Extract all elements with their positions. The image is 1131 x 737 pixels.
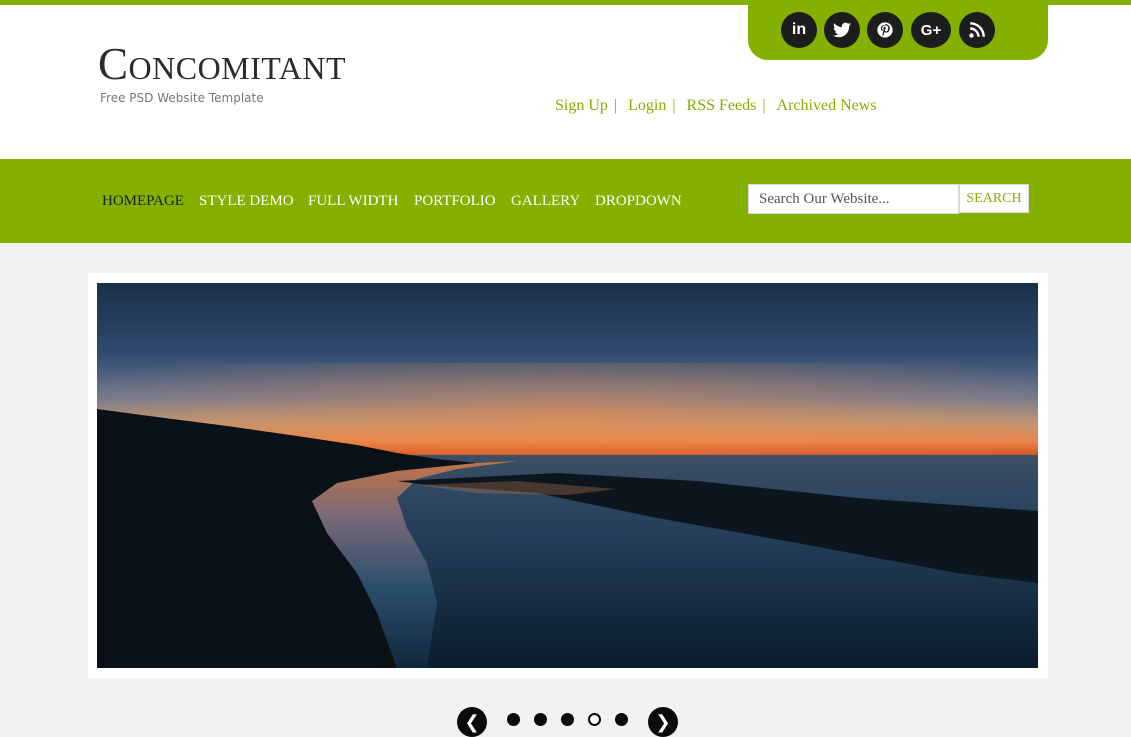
- google-plus-glyph: G+: [920, 21, 942, 39]
- slider-frame: [88, 273, 1048, 678]
- link-separator: |: [672, 97, 676, 114]
- site-tagline: Free PSD Website Template: [100, 91, 264, 105]
- main-navbar: HOMEPAGE STYLE DEMO FULL WIDTH PORTFOLIO…: [0, 159, 1131, 243]
- slider-dot[interactable]: [561, 713, 574, 726]
- slider-dot-active[interactable]: [588, 713, 601, 726]
- search-input[interactable]: [748, 184, 959, 214]
- slider-dot[interactable]: [615, 713, 628, 726]
- search-button[interactable]: SEARCH: [959, 184, 1029, 213]
- slider-prev-button[interactable]: ❮: [457, 707, 487, 737]
- google-plus-icon[interactable]: G+: [911, 12, 951, 48]
- nav-style-demo[interactable]: STYLE DEMO: [199, 193, 294, 209]
- slider-next-button[interactable]: ❯: [648, 707, 678, 737]
- chevron-left-icon: ❮: [464, 711, 480, 733]
- archived-news-link[interactable]: Archived News: [777, 97, 877, 114]
- linkedin-icon[interactable]: in: [781, 12, 817, 48]
- link-separator: |: [762, 97, 766, 114]
- sunset-beach-photo: [97, 283, 1038, 668]
- pinterest-p-icon: [877, 22, 893, 38]
- pinterest-icon[interactable]: [867, 12, 903, 48]
- chevron-right-icon: ❯: [655, 711, 671, 733]
- link-separator: |: [613, 97, 618, 114]
- rss-feeds-link[interactable]: RSS Feeds: [687, 97, 757, 114]
- nav-portfolio[interactable]: PORTFOLIO: [414, 193, 496, 209]
- nav-full-width[interactable]: FULL WIDTH: [308, 193, 398, 209]
- nav-homepage[interactable]: HOMEPAGE: [102, 193, 184, 209]
- slider-dot[interactable]: [507, 713, 520, 726]
- signup-link[interactable]: Sign Up: [555, 97, 608, 114]
- twitter-bird-icon: [833, 22, 851, 38]
- twitter-icon[interactable]: [824, 12, 860, 48]
- login-link[interactable]: Login: [628, 97, 666, 114]
- linkedin-glyph: in: [791, 21, 807, 38]
- site-logo[interactable]: Concomitant: [98, 39, 346, 89]
- slider-dot[interactable]: [534, 713, 547, 726]
- rss-icon[interactable]: [959, 12, 995, 48]
- nav-dropdown[interactable]: DROPDOWN: [595, 193, 682, 209]
- nav-gallery[interactable]: GALLERY: [511, 193, 580, 209]
- rss-feed-icon: [969, 22, 985, 38]
- social-links-box: in G+: [748, 0, 1048, 60]
- top-links: Sign Up | Login | RSS Feeds | Archived News: [555, 97, 877, 115]
